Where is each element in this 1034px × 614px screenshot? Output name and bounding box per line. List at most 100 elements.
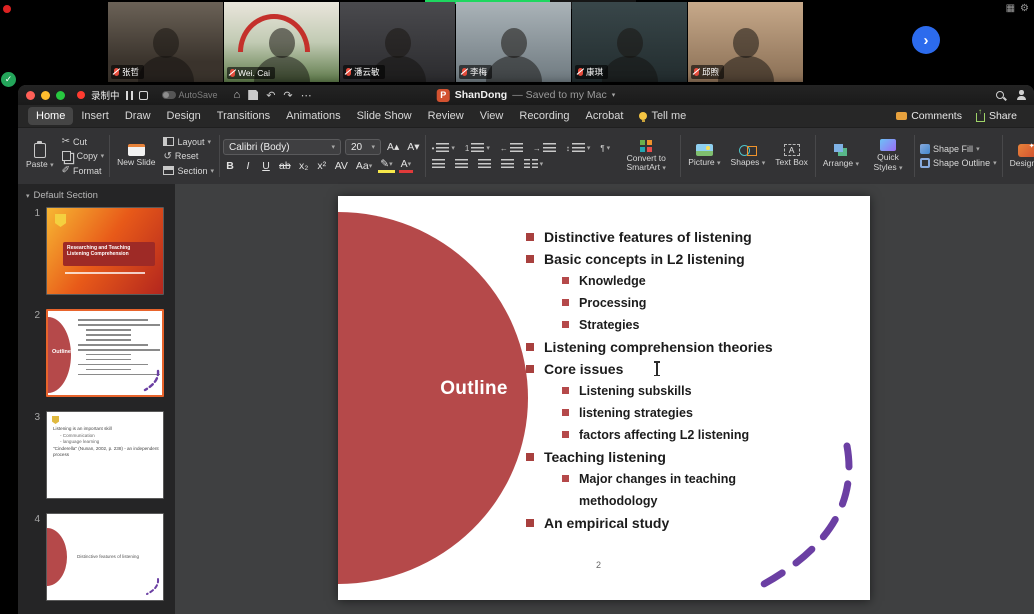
- undo-icon[interactable]: ↶: [266, 89, 275, 102]
- slide-thumbnail-panel[interactable]: ▾ Default Section 1 Researching and Teac…: [18, 184, 175, 614]
- slide-thumbnail-3[interactable]: Listening is an important skill - Commun…: [46, 411, 164, 499]
- shrink-font-button[interactable]: A▾: [405, 140, 421, 155]
- document-title[interactable]: P ShanDong — Saved to my Mac ▾: [437, 89, 616, 102]
- convert-to-smartart-button[interactable]: Convert to SmartArt ▾: [615, 137, 677, 175]
- shapes-button[interactable]: Shapes ▾: [727, 142, 770, 170]
- copy-button[interactable]: Copy ▾: [60, 150, 107, 162]
- tell-me-button[interactable]: Tell me: [631, 107, 694, 125]
- paste-button[interactable]: Paste ▾: [22, 141, 58, 172]
- quick-access-toolbar: ⌂ ↶ ↷ ⋯: [234, 89, 312, 102]
- tab-transitions[interactable]: Transitions: [209, 107, 278, 125]
- justify-button[interactable]: [498, 158, 517, 171]
- account-icon[interactable]: [1016, 90, 1026, 100]
- section-button[interactable]: Section ▾: [161, 165, 216, 177]
- participant-video-6[interactable]: 邱煦: [688, 2, 803, 82]
- autosave-toggle[interactable]: AutoSave: [162, 90, 218, 100]
- designer-button[interactable]: Designer: [1006, 142, 1034, 170]
- new-slide-button[interactable]: New Slide: [113, 142, 159, 169]
- increase-indent-button[interactable]: →: [530, 142, 559, 155]
- participant-video-3[interactable]: 潘云敏: [340, 2, 455, 82]
- bullet-item: Distinctive features of listening: [526, 226, 856, 248]
- titlebar-left-controls: 录制中 AutoSave ⌂ ↶ ↷ ⋯: [26, 88, 312, 102]
- text-direction-button[interactable]: ¶▾: [597, 143, 613, 154]
- cut-button[interactable]: ✂Cut: [60, 135, 107, 148]
- bullets-button[interactable]: •▾: [429, 142, 458, 155]
- arrange-button[interactable]: Arrange ▾: [819, 142, 863, 171]
- pause-recording-icon[interactable]: [126, 91, 133, 100]
- align-right-button[interactable]: [475, 158, 494, 171]
- font-size-select[interactable]: 20▾: [345, 139, 381, 155]
- picture-button[interactable]: Picture ▾: [684, 142, 724, 170]
- tab-view[interactable]: View: [472, 107, 512, 125]
- tab-recording[interactable]: Recording: [511, 107, 577, 125]
- more-commands-icon[interactable]: ⋯: [301, 89, 312, 102]
- tab-animations[interactable]: Animations: [278, 107, 348, 125]
- layout-button[interactable]: Layout ▾: [161, 136, 216, 148]
- tab-design[interactable]: Design: [159, 107, 209, 125]
- slide-shape-title[interactable]: Outline: [434, 378, 514, 400]
- minimize-window-button[interactable]: [41, 91, 50, 100]
- subscript-button[interactable]: x₂: [297, 158, 311, 173]
- grow-font-button[interactable]: A▴: [385, 140, 401, 155]
- slide-bullet-list[interactable]: Distinctive features of listening Basic …: [526, 226, 856, 534]
- slide-thumb-row-4[interactable]: 4 Distinctive features of listening: [18, 513, 175, 614]
- tab-review[interactable]: Review: [420, 107, 472, 125]
- redo-icon[interactable]: ↷: [283, 89, 292, 102]
- numbering-button[interactable]: 1▾: [462, 142, 493, 155]
- slide-editing-surface[interactable]: Outline Distinctive features of listenin…: [338, 196, 870, 600]
- bullet-square-icon: [562, 277, 569, 284]
- slide-thumb-row-2[interactable]: 2 Outline: [18, 309, 175, 411]
- character-spacing-button[interactable]: AV: [333, 158, 350, 173]
- text-cursor: [656, 362, 658, 375]
- participant-video-4[interactable]: 李梅: [456, 2, 571, 82]
- chevron-down-icon: ▾: [26, 192, 30, 200]
- shape-fill-button[interactable]: Shape Fill ▾: [918, 143, 999, 155]
- line-spacing-button[interactable]: ↕▾: [563, 142, 594, 155]
- columns-button[interactable]: ▾: [521, 158, 547, 171]
- zoom-window-button[interactable]: [56, 91, 65, 100]
- font-color-button[interactable]: A▾: [399, 158, 414, 173]
- format-painter-button[interactable]: ✐Format: [60, 164, 107, 177]
- comments-button[interactable]: Comments: [889, 108, 969, 124]
- superscript-button[interactable]: x²: [315, 158, 329, 173]
- next-participants-button[interactable]: ›: [912, 26, 940, 54]
- text-box-button[interactable]: A Text Box: [771, 142, 812, 169]
- strikethrough-button[interactable]: ab: [277, 158, 293, 173]
- slide-thumbnail-1[interactable]: Researching and Teaching Listening Compr…: [46, 207, 164, 295]
- bold-button[interactable]: B: [223, 158, 237, 173]
- align-center-button[interactable]: [452, 158, 471, 171]
- slide-thumbnail-2-selected[interactable]: Outline: [46, 309, 164, 397]
- tab-home[interactable]: Home: [28, 107, 73, 125]
- participant-video-2[interactable]: Wei. Cai: [224, 2, 339, 82]
- participant-video-5[interactable]: 康琪: [572, 2, 687, 82]
- tab-slide-show[interactable]: Slide Show: [349, 107, 420, 125]
- slide-thumb-row-3[interactable]: 3 Listening is an important skill - Comm…: [18, 411, 175, 513]
- slide-thumb-row-1[interactable]: 1 Researching and Teaching Listening Com…: [18, 207, 175, 309]
- underline-button[interactable]: U: [259, 158, 273, 173]
- titlebar[interactable]: 录制中 AutoSave ⌂ ↶ ↷ ⋯ P ShanDong — Saved …: [18, 85, 1034, 105]
- red-ellipse-shape: [46, 528, 67, 586]
- align-left-button[interactable]: [429, 158, 448, 171]
- decrease-indent-button[interactable]: ←: [497, 142, 526, 155]
- reset-button[interactable]: ↺Reset: [161, 150, 216, 163]
- italic-button[interactable]: I: [241, 158, 255, 173]
- highlight-color-button[interactable]: ✎▾: [378, 158, 394, 173]
- participant-video-1[interactable]: 张哲: [108, 2, 223, 82]
- shape-outline-button[interactable]: Shape Outline ▾: [918, 157, 999, 169]
- tab-draw[interactable]: Draw: [117, 107, 159, 125]
- quick-styles-button[interactable]: Quick Styles ▾: [865, 137, 911, 174]
- tab-acrobat[interactable]: Acrobat: [578, 107, 632, 125]
- slide-canvas[interactable]: Outline Distinctive features of listenin…: [175, 184, 1034, 614]
- section-header[interactable]: ▾ Default Section: [18, 188, 175, 207]
- stop-recording-icon[interactable]: [139, 91, 148, 100]
- red-ellipse-shape: [46, 317, 71, 393]
- slide-thumbnail-4[interactable]: Distinctive features of listening: [46, 513, 164, 601]
- home-icon[interactable]: ⌂: [234, 89, 241, 101]
- search-icon[interactable]: [996, 91, 1004, 99]
- font-name-select[interactable]: Calibri (Body)▾: [223, 139, 341, 155]
- tab-insert[interactable]: Insert: [73, 107, 117, 125]
- change-case-button[interactable]: Aa▾: [354, 158, 374, 173]
- share-button[interactable]: Share: [969, 108, 1024, 124]
- close-window-button[interactable]: [26, 91, 35, 100]
- save-icon[interactable]: [248, 90, 258, 100]
